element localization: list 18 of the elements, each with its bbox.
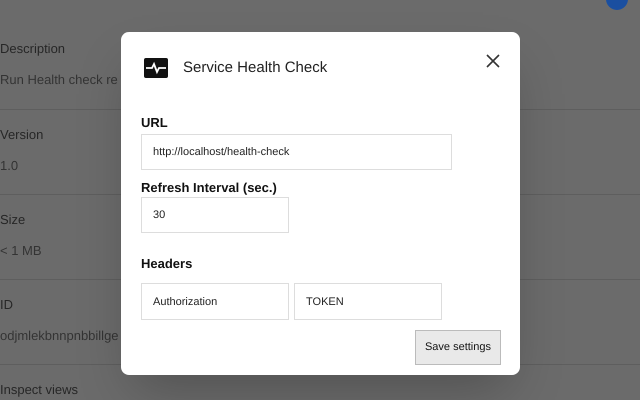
pulse-icon [144, 58, 168, 78]
header-name-field[interactable]: Authorization [141, 283, 289, 320]
dialog-title: Service Health Check [183, 58, 328, 78]
field-label: URL [141, 115, 168, 131]
detail-label: Size [0, 211, 26, 229]
url-field[interactable]: http://localhost/health-check [141, 134, 452, 170]
detail-value: odjmlekbnnpnbbillge [0, 327, 119, 345]
header-value-field[interactable]: TOKEN [294, 283, 442, 320]
section-label: Headers [141, 256, 192, 272]
detail-label: Version [0, 126, 44, 144]
detail-value: < 1 MB [0, 242, 42, 260]
detail-label: Inspect views [0, 381, 78, 399]
save-settings-button[interactable]: Save settings [414, 330, 501, 365]
detail-label: Description [0, 40, 66, 58]
detail-label: ID [0, 296, 13, 314]
detail-value: 1.0 [0, 157, 18, 175]
interval-field[interactable]: 30 [141, 197, 289, 233]
field-label: Refresh Interval (sec.) [141, 180, 277, 196]
